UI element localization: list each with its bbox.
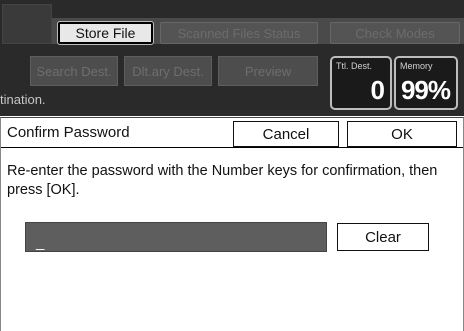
tab-store-file[interactable]: Store File	[57, 21, 154, 45]
password-input[interactable]: _	[25, 222, 327, 252]
search-dest-button: Search Dest.	[30, 56, 118, 86]
dialog-title: Confirm Password	[7, 124, 130, 141]
ok-button[interactable]: OK	[347, 121, 457, 147]
cancel-button[interactable]: Cancel	[233, 121, 339, 147]
counter-value: 0	[370, 75, 386, 105]
dlt-ary-dest-button: Dlt.ary Dest.	[124, 56, 212, 86]
total-destinations-counter: Ttl. Dest. 0	[330, 56, 392, 110]
dialog-header: Confirm Password Cancel OK	[1, 118, 463, 148]
counter-caption: Memory	[400, 61, 433, 71]
preview-button: Preview	[218, 56, 318, 86]
input-cursor: _	[36, 234, 45, 251]
destination-hint: tination.	[0, 92, 46, 107]
confirm-password-dialog: Confirm Password Cancel OK Re-enter the …	[0, 117, 464, 331]
counter-caption: Ttl. Dest.	[336, 61, 373, 71]
clear-button[interactable]: Clear	[337, 223, 429, 251]
background-screen: Store File Scanned Files Status Check Mo…	[0, 0, 464, 116]
tab-check-modes: Check Modes	[330, 22, 460, 44]
memory-counter: Memory 99%	[394, 56, 458, 110]
top-left-block	[2, 4, 52, 44]
counter-value: 99%	[400, 75, 451, 105]
tab-scanned-files-status: Scanned Files Status	[160, 22, 318, 44]
dialog-message: Re-enter the password with the Number ke…	[7, 163, 438, 198]
